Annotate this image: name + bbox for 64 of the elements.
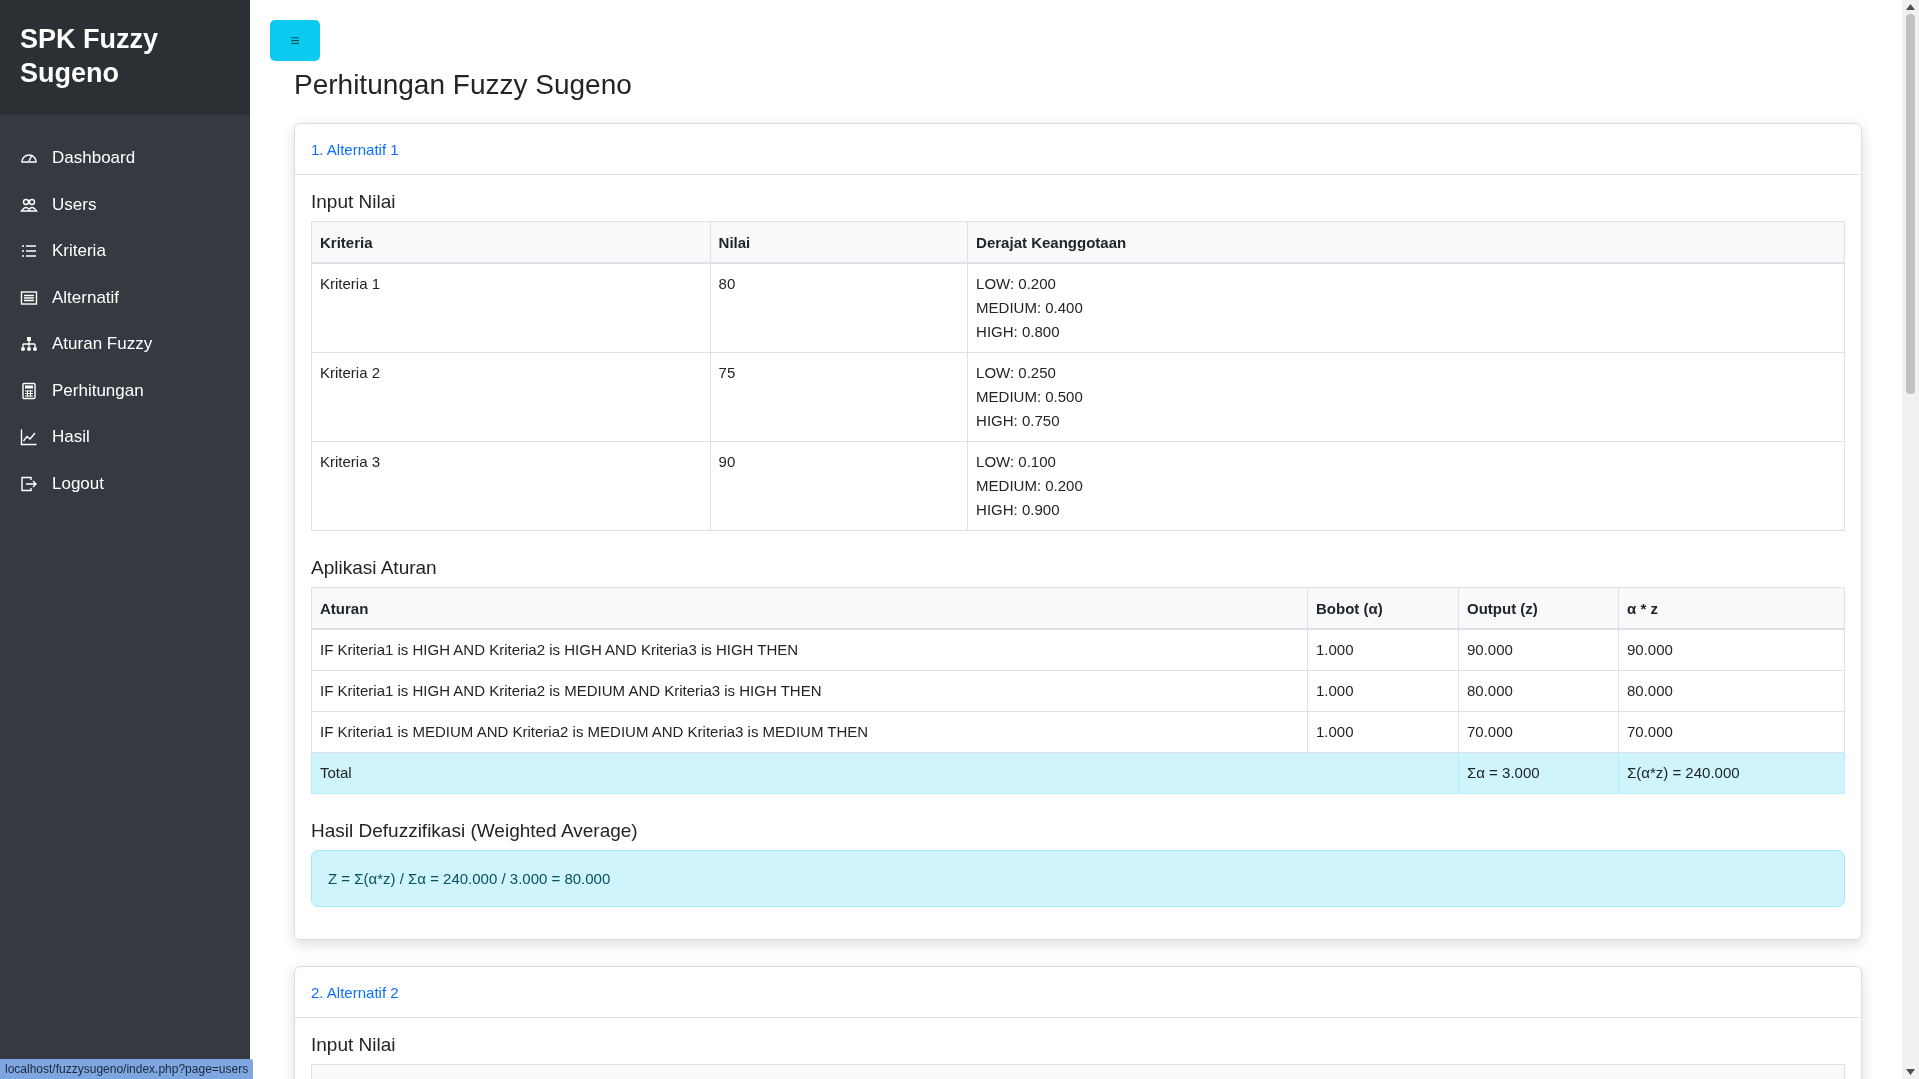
table-cell: 80.000 [1618, 670, 1845, 712]
exit-icon [20, 474, 38, 493]
table-cell: 1.000 [1307, 670, 1459, 712]
menu-toggle-button[interactable]: ≡ [270, 20, 320, 61]
column-header: Nilai [710, 221, 968, 263]
table-cell: Kriteria 1 [311, 263, 711, 353]
membership-degree: HIGH: 0.800 [976, 322, 1061, 342]
scrollbar-thumb[interactable] [1906, 14, 1915, 394]
column-header: Bobot (α) [1307, 587, 1459, 629]
sidebar-item[interactable]: Perhitungan [0, 367, 250, 414]
calculator-icon [20, 381, 38, 400]
section-title: Input Nilai [311, 1034, 397, 1056]
table-cell: 1.000 [1307, 711, 1459, 753]
sidebar-item[interactable]: Aturan Fuzzy [0, 321, 250, 368]
sidebar-item[interactable]: Users [0, 181, 250, 228]
table-cell: Kriteria 2 [311, 352, 711, 442]
column-header: Derajat Keanggotaan [967, 221, 1845, 263]
scroll-down-icon[interactable] [1906, 1069, 1915, 1075]
column-header: α * z [1618, 587, 1845, 629]
scroll-up-icon[interactable] [1906, 4, 1915, 10]
table-cell: 75 [710, 352, 968, 442]
sidebar-item[interactable]: Kriteria [0, 228, 250, 275]
membership-degree: HIGH: 0.750 [976, 411, 1061, 431]
table-cell: 70.000 [1458, 711, 1619, 753]
column-header: Aturan [311, 587, 1308, 629]
table-cell: 90 [710, 441, 968, 531]
table-cell: IF Kriteria1 is HIGH AND Kriteria2 is MEDIUM AND Kriteria3 is HIGH THEN [311, 670, 1308, 712]
table-cell: 70.000 [1618, 711, 1845, 753]
membership-degree: LOW: 0.200 [976, 274, 1057, 294]
table-cell: 1.000 [1307, 629, 1459, 671]
table-cell: IF Kriteria1 is MEDIUM AND Kriteria2 is MEDIUM AND Kriteria3 is MEDIUM THEN [311, 711, 1308, 753]
hierarchy-icon [20, 335, 38, 354]
section-title: Aplikasi Aturan [311, 557, 438, 579]
membership-degree: LOW: 0.250 [976, 363, 1057, 383]
table-cell: 80 [710, 263, 968, 353]
sidebar-item[interactable]: Hasil [0, 414, 250, 461]
page-title: Perhitungan Fuzzy Sugeno [294, 69, 633, 101]
membership-degree: HIGH: 0.900 [976, 500, 1061, 520]
app-brand: SPK Fuzzy Sugeno [0, 0, 250, 115]
table-cell: 90.000 [1618, 629, 1845, 671]
membership-degree: MEDIUM: 0.400 [976, 298, 1084, 318]
alternative-title-link[interactable]: 1. Alternatif 1 [311, 140, 399, 158]
column-header: Kriteria [311, 221, 711, 263]
table-cell: 80.000 [1458, 670, 1619, 712]
sidebar-item[interactable]: Dashboard [0, 135, 250, 182]
membership-degree: MEDIUM: 0.200 [976, 476, 1084, 496]
sidebar-item[interactable]: Alternatif [0, 274, 250, 321]
membership-degree: MEDIUM: 0.500 [976, 387, 1084, 407]
table-cell: 90.000 [1458, 629, 1619, 671]
membership-degree: LOW: 0.100 [976, 452, 1057, 472]
alternative-title-link[interactable]: 2. Alternatif 2 [311, 983, 399, 1001]
line-chart-icon [20, 428, 38, 447]
table-cell: IF Kriteria1 is HIGH AND Kriteria2 is HIGH AND Kriteria3 is HIGH THEN [311, 629, 1308, 671]
status-url: localhost/fuzzysugeno/index.php?page=users [0, 1059, 254, 1079]
section-title: Hasil Defuzzifikasi (Weighted Average) [311, 820, 639, 842]
table-cell: Kriteria 3 [311, 441, 711, 531]
total-cell: Σ(α*z) = 240.000 [1618, 752, 1845, 794]
sidebar-item[interactable]: Logout [0, 460, 250, 507]
total-cell: Σα = 3.000 [1458, 752, 1619, 794]
total-label: Total [311, 752, 1459, 794]
column-header: Output (z) [1458, 587, 1619, 629]
card-list-icon [20, 288, 38, 307]
result-alert: Z = Σ(α*z) / Σα = 240.000 / 3.000 = 80.000 [311, 850, 1845, 907]
section-title: Input Nilai [311, 191, 397, 213]
